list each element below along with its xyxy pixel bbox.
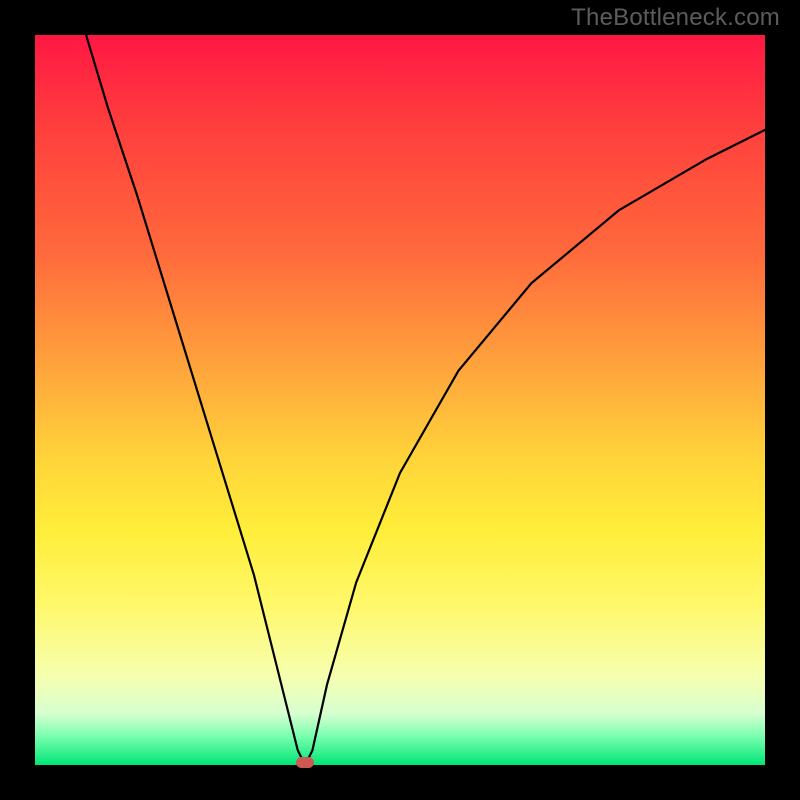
chart-frame: TheBottleneck.com: [0, 0, 800, 800]
watermark-text: TheBottleneck.com: [571, 4, 780, 32]
bottleneck-curve: [35, 35, 765, 765]
plot-area: [35, 35, 765, 765]
optimum-marker: [296, 757, 314, 768]
